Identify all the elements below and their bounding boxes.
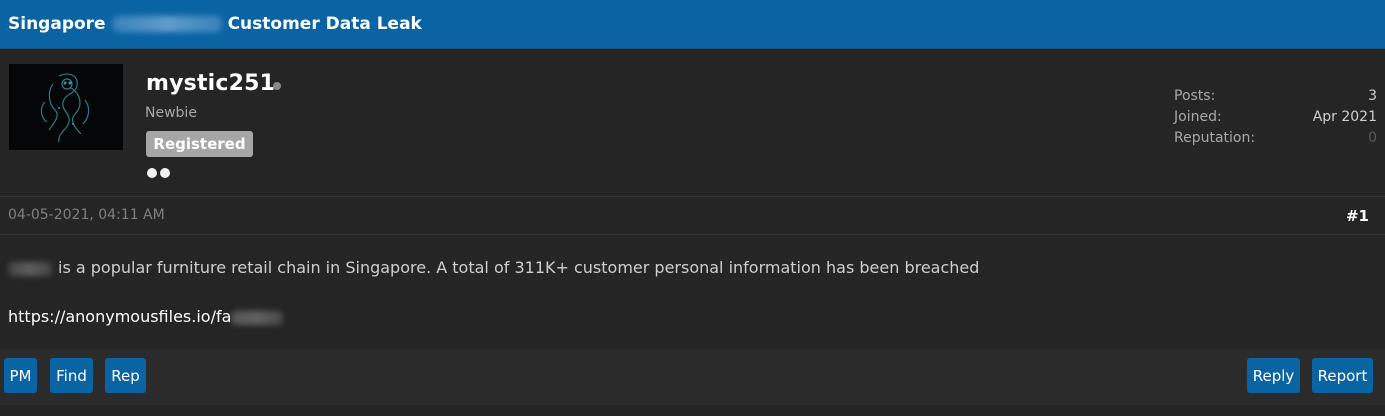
post-container: mystic251 Newbie Registered Posts: 3 Joi… bbox=[0, 49, 1385, 349]
report-button[interactable]: Report bbox=[1312, 358, 1373, 393]
redacted-link-tail bbox=[231, 310, 284, 325]
post-link-text[interactable]: https://anonymousfiles.io/fa bbox=[8, 307, 231, 326]
divider bbox=[0, 196, 1385, 197]
reputation-label: Reputation: bbox=[1174, 130, 1256, 146]
posts-value: 3 bbox=[1368, 88, 1377, 104]
author-stats: Posts: 3 Joined: Apr 2021 Reputation: 0 bbox=[1174, 86, 1377, 149]
joined-label: Joined: bbox=[1174, 109, 1222, 125]
post-footer: PM Find Rep Reply Report bbox=[0, 349, 1385, 405]
reply-button[interactable]: Reply bbox=[1247, 358, 1300, 393]
post-message: is a popular furniture retail chain in S… bbox=[8, 258, 979, 277]
post-number-link[interactable]: #1 bbox=[1346, 207, 1369, 225]
star-icon bbox=[160, 168, 170, 178]
redacted-company-name bbox=[8, 261, 52, 276]
thread-title-suffix: Customer Data Leak bbox=[227, 14, 422, 34]
group-badge: Registered bbox=[146, 131, 253, 157]
posts-label: Posts: bbox=[1174, 88, 1216, 104]
user-title: Newbie bbox=[145, 105, 197, 121]
thread-title-prefix: Singapore bbox=[8, 14, 106, 34]
post-message-text: is a popular furniture retail chain in S… bbox=[58, 258, 980, 277]
star-icon bbox=[147, 168, 157, 178]
thread-title-bar: Singapore Customer Data Leak bbox=[0, 0, 1385, 49]
avatar[interactable] bbox=[9, 64, 123, 150]
post-link[interactable]: https://anonymousfiles.io/fa bbox=[8, 307, 284, 326]
dark-skull-dragon-avatar-icon bbox=[9, 64, 123, 150]
rep-button[interactable]: Rep bbox=[105, 358, 146, 393]
divider bbox=[0, 234, 1385, 235]
find-button[interactable]: Find bbox=[50, 358, 93, 393]
user-stars bbox=[147, 168, 170, 178]
username[interactable]: mystic251 bbox=[146, 71, 275, 96]
post-date: 04-05-2021, 04:11 AM bbox=[8, 207, 165, 223]
reputation-value[interactable]: 0 bbox=[1368, 128, 1377, 149]
bottom-strip bbox=[0, 405, 1385, 416]
joined-value: Apr 2021 bbox=[1312, 109, 1377, 125]
offline-status-icon bbox=[273, 82, 281, 90]
redacted-company-name bbox=[111, 16, 222, 32]
pm-button[interactable]: PM bbox=[4, 358, 37, 393]
